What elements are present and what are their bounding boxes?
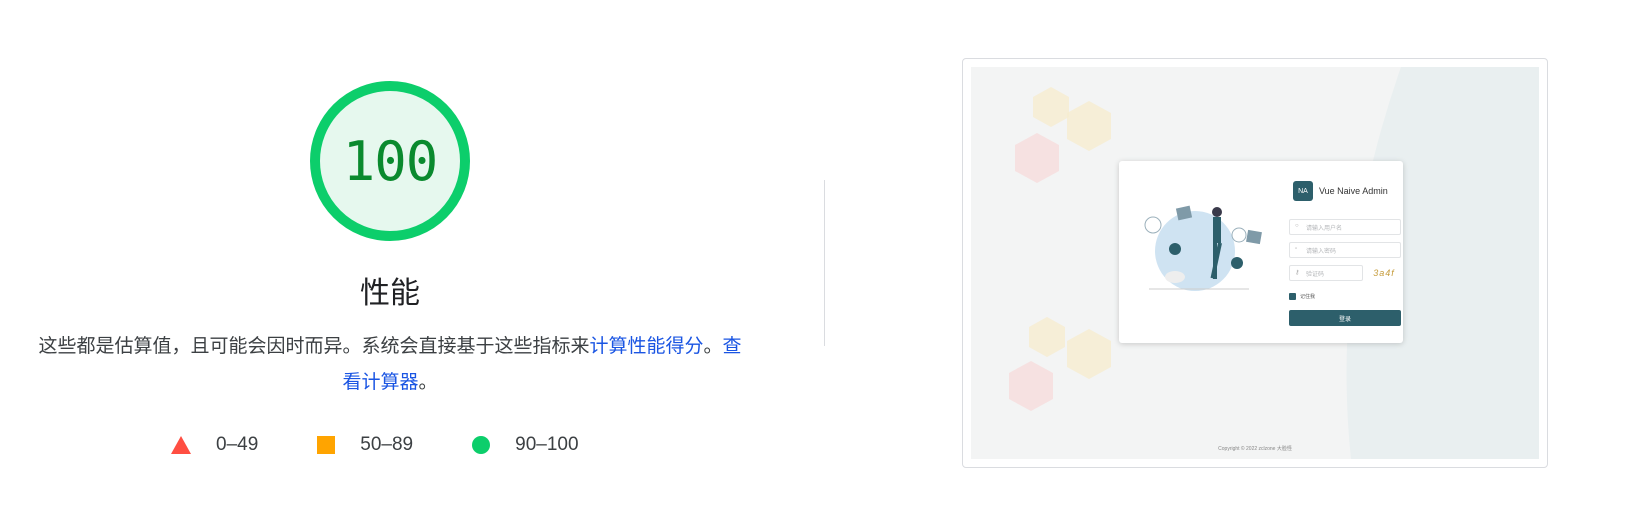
legend-range: 0–49 bbox=[216, 434, 259, 455]
lock-icon: ▫ bbox=[1295, 246, 1298, 252]
score-value: 100 bbox=[342, 129, 439, 193]
key-icon: ⚷ bbox=[1295, 270, 1300, 276]
illustration-image bbox=[1144, 205, 1262, 291]
performance-score-panel: 100 性能 这些都是估算值，且可能会因时而异。系统会直接基于这些指标来计算性能… bbox=[0, 0, 780, 528]
app-name: Vue Naive Admin bbox=[1319, 186, 1388, 196]
description-separator: 。 bbox=[703, 335, 723, 357]
description-text: 这些都是估算值，且可能会因时而异。系统会直接基于这些指标来 bbox=[38, 335, 590, 357]
password-field: ▫ 请输入密码 bbox=[1289, 242, 1401, 258]
circle-icon bbox=[472, 436, 491, 454]
password-placeholder: 请输入密码 bbox=[1306, 248, 1337, 255]
checkbox-icon bbox=[1289, 293, 1296, 300]
username-placeholder: 请输入用户名 bbox=[1306, 225, 1343, 232]
legend-item-average: 50–89 bbox=[316, 434, 413, 456]
remember-label: 记住我 bbox=[1300, 294, 1316, 300]
login-card: NA Vue Naive Admin ○ 请输入用户名 ▫ 请输入密码 ⚷ 验证… bbox=[1119, 161, 1403, 343]
captcha-image: 3a4f bbox=[1373, 268, 1395, 278]
score-gauge: 100 bbox=[305, 76, 475, 246]
screenshot-page: NA Vue Naive Admin ○ 请输入用户名 ▫ 请输入密码 ⚷ 验证… bbox=[971, 67, 1539, 459]
login-button: 登录 bbox=[1289, 310, 1401, 326]
username-field: ○ 请输入用户名 bbox=[1289, 219, 1401, 235]
copyright-text: Copyright © 2022 zclzone 大脸怪 bbox=[1218, 446, 1292, 452]
final-screenshot-thumbnail[interactable]: NA Vue Naive Admin ○ 请输入用户名 ▫ 请输入密码 ⚷ 验证… bbox=[962, 58, 1548, 468]
legend-item-pass: 90–100 bbox=[471, 434, 579, 456]
user-icon: ○ bbox=[1295, 223, 1299, 229]
score-description: 这些都是估算值，且可能会因时而异。系统会直接基于这些指标来计算性能得分。查看计算… bbox=[30, 328, 750, 400]
score-legend: 0–49 50–89 90–100 bbox=[170, 430, 579, 460]
description-end: 。 bbox=[418, 371, 438, 393]
calculate-score-link[interactable]: 计算性能得分 bbox=[589, 335, 703, 357]
captcha-placeholder: 验证码 bbox=[1306, 271, 1325, 278]
vertical-divider bbox=[824, 180, 825, 346]
legend-item-fail: 0–49 bbox=[170, 434, 258, 456]
app-logo: NA bbox=[1293, 181, 1313, 201]
triangle-icon bbox=[171, 436, 191, 454]
legend-range: 90–100 bbox=[515, 434, 579, 455]
legend-range: 50–89 bbox=[360, 434, 414, 455]
square-icon bbox=[317, 436, 336, 454]
category-title: 性能 bbox=[360, 276, 420, 311]
login-brand: NA Vue Naive Admin bbox=[1293, 181, 1388, 201]
captcha-field: ⚷ 验证码 bbox=[1289, 265, 1363, 281]
remember-me: 记住我 bbox=[1289, 293, 1315, 300]
